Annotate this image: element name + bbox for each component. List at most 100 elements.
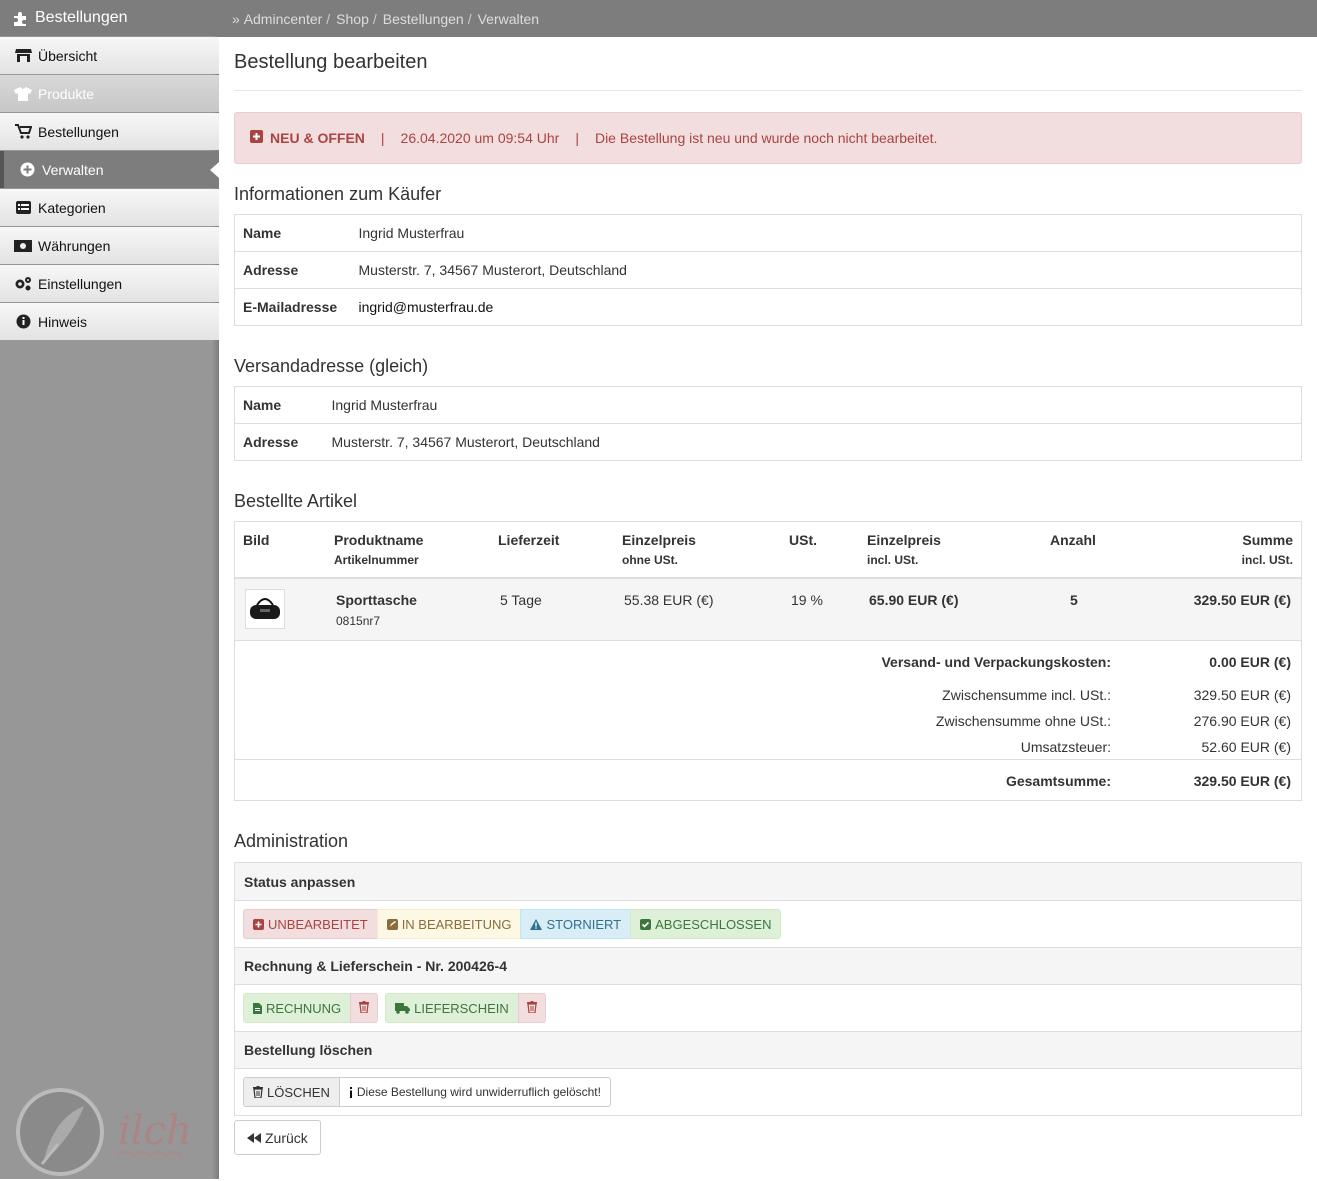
invoice-button-group: RECHNUNG — [243, 993, 379, 1023]
status-storniert-button[interactable]: STORNIERT — [520, 909, 632, 939]
button-label: ABGESCHLOSSEN — [655, 916, 772, 932]
status-section: UNBEARBEITET IN BEARBEITUNG STORNIERT AB… — [235, 900, 1301, 947]
email-link[interactable]: ingrid@musterfrau.de — [350, 288, 1302, 326]
delete-delivery-note-button[interactable] — [517, 993, 546, 1023]
sidebar-item-label: Hinweis — [38, 313, 88, 330]
sidebar-item-kategorien[interactable]: Kategorien — [0, 189, 219, 226]
sidebar-item-waehrungen[interactable]: Währungen — [0, 227, 219, 264]
col-summe-label: Summe — [1242, 532, 1293, 548]
breadcrumb-item-admincenter[interactable]: Admincenter — [244, 11, 323, 27]
col-summe: Summe incl. USt. — [1242, 532, 1293, 567]
table-row: E-Mailadresse ingrid@musterfrau.de — [234, 288, 1302, 326]
button-label: IN BEARBEITUNG — [401, 916, 512, 932]
order-date: 26.04.2020 um 09:54 Uhr — [400, 130, 560, 146]
status-unbearbeitet-button[interactable]: UNBEARBEITET — [243, 909, 378, 939]
summary-value: 329.50 EUR (€) — [1193, 687, 1291, 703]
sidebar-item-hinweis[interactable]: Hinweis — [0, 303, 219, 340]
backward-icon — [247, 1132, 261, 1143]
col-einzelpreis-incl-label: Einzelpreis — [867, 532, 941, 548]
row-label: Name — [243, 225, 282, 241]
plus-square-icon — [250, 130, 263, 146]
row-label: Name — [243, 397, 282, 413]
breadcrumb-separator: / — [372, 10, 377, 27]
breadcrumb-item-bestellungen[interactable]: Bestellungen — [383, 11, 464, 27]
note-text: Diese Bestellung wird unwiderruflich gel… — [356, 1085, 601, 1099]
svg-text:ilch: ilch — [118, 1108, 192, 1154]
breadcrumb-item-shop[interactable]: Shop — [336, 11, 369, 27]
status-in-bearbeitung-button[interactable]: IN BEARBEITUNG — [376, 909, 522, 939]
invoice-heading: Rechnung & Lieferschein - Nr. 200426-4 — [235, 947, 1301, 984]
order-summary: Versand- und Verpackungskosten: 0.00 EUR… — [235, 641, 1301, 760]
table-header: Bild Produktname Artikelnummer Lieferzeit… — [235, 522, 1301, 579]
sidebar-item-einstellungen[interactable]: Einstellungen — [0, 265, 219, 302]
table-row: Name Ingrid Musterfrau — [235, 387, 1302, 424]
row-label: E-Mailadresse — [234, 288, 351, 326]
invoice-button[interactable]: RECHNUNG — [243, 993, 352, 1023]
product-thumbnail[interactable] — [245, 589, 285, 629]
col-lieferzeit: Lieferzeit — [498, 532, 560, 548]
sidebar-item-label: Währungen — [38, 237, 111, 254]
puzzle-icon — [12, 9, 30, 27]
sidebar-item-uebersicht[interactable]: Übersicht — [0, 37, 219, 74]
summary-label: Gesamtsumme: — [1005, 773, 1111, 789]
summary-total: Gesamtsumme: 329.50 EUR (€) — [611, 773, 1291, 789]
status-abgeschlossen-button[interactable]: ABGESCHLOSSEN — [630, 909, 782, 939]
admin-heading: Administration — [234, 831, 349, 851]
price-net: 55.38 EUR (€) — [624, 592, 714, 608]
button-label: RECHNUNG — [266, 1000, 342, 1016]
back-button[interactable]: Zurück — [234, 1120, 321, 1155]
button-label: LIEFERSCHEIN — [414, 1000, 509, 1016]
file-icon — [253, 1002, 262, 1014]
shipping-heading: Versandadresse (gleich) — [234, 356, 429, 376]
col-einzelpreis: Einzelpreis ohne USt. — [622, 532, 696, 567]
ilch-logo: ilch — [14, 1088, 214, 1178]
shipping-table: Name Ingrid Musterfrau Adresse Musterstr… — [234, 386, 1302, 461]
col-ust: USt. — [789, 532, 817, 548]
col-einzelpreis-incl: Einzelpreis incl. USt. — [867, 532, 941, 567]
check-square-icon — [640, 918, 652, 930]
delivery-note-button[interactable]: LIEFERSCHEIN — [385, 993, 519, 1023]
quantity: 5 — [1070, 592, 1078, 608]
product-name[interactable]: Sporttasche — [336, 592, 417, 608]
sidebar-item-label: Einstellungen — [38, 275, 123, 292]
sidebar-item-label: Bestellungen — [38, 123, 119, 140]
delete-order-button[interactable]: LÖSCHEN — [243, 1077, 340, 1107]
money-icon — [14, 238, 32, 254]
status-button-group: UNBEARBEITET IN BEARBEITUNG STORNIERT AB… — [243, 909, 782, 939]
col-einzelpreis-label: Einzelpreis — [622, 532, 696, 548]
summary-label: Zwischensumme incl. USt.: — [942, 687, 1111, 703]
delete-section: LÖSCHEN Diese Bestellung wird unwiderruf… — [235, 1068, 1301, 1115]
trash-icon — [253, 1086, 263, 1098]
sidebar-item-label: Produkte — [38, 85, 95, 102]
col-produktname: Produktname Artikelnummer — [334, 532, 423, 567]
button-label: UNBEARBEITET — [268, 916, 368, 932]
summary-value: 52.60 EUR (€) — [1201, 739, 1291, 755]
plus-circle-icon — [18, 162, 36, 178]
warning-icon — [530, 918, 543, 930]
sidebar-item-verwalten[interactable]: Verwalten — [0, 151, 219, 188]
alert-message: Die Bestellung ist neu und wurde noch ni… — [594, 130, 938, 146]
buyer-table: Name Ingrid Musterfrau Adresse Musterstr… — [234, 214, 1302, 326]
sidebar-menu: Übersicht Produkte Bestellungen Verwalte… — [0, 37, 219, 341]
summary-value: 329.50 EUR (€) — [1193, 773, 1291, 789]
button-label: LÖSCHEN — [267, 1084, 330, 1100]
breadcrumb-separator: / — [467, 10, 472, 27]
delete-warning-note: Diese Bestellung wird unwiderruflich gel… — [338, 1077, 611, 1107]
sidebar-item-bestellungen[interactable]: Bestellungen — [0, 113, 219, 150]
invoice-section: RECHNUNG LIEFERSCHEIN — [235, 984, 1301, 1031]
summary-label: Versand- und Verpackungskosten: — [881, 654, 1111, 670]
shirt-icon — [14, 86, 32, 102]
table-row: Name Ingrid Musterfrau — [235, 215, 1302, 252]
alert-separator: | — [380, 130, 385, 146]
row-value: Musterstr. 7, 34567 Musterort, Deutschla… — [323, 423, 1302, 461]
col-artikelnummer: Artikelnummer — [334, 553, 419, 567]
order-total: Gesamtsumme: 329.50 EUR (€) — [235, 760, 1301, 800]
col-produktname-label: Produktname — [334, 532, 424, 548]
admin-panel: Status anpassen UNBEARBEITET IN BEARBEIT… — [234, 862, 1302, 1116]
breadcrumb-item-verwalten[interactable]: Verwalten — [478, 11, 539, 27]
sidebar-header[interactable]: Bestellungen — [0, 0, 219, 36]
sidebar-item-produkte[interactable]: Produkte — [0, 75, 219, 112]
order-items-table: Bild Produktname Artikelnummer Lieferzeit… — [234, 521, 1302, 801]
delete-invoice-button[interactable] — [350, 993, 379, 1023]
col-einzelpreis-incl-sub: incl. USt. — [867, 553, 919, 567]
